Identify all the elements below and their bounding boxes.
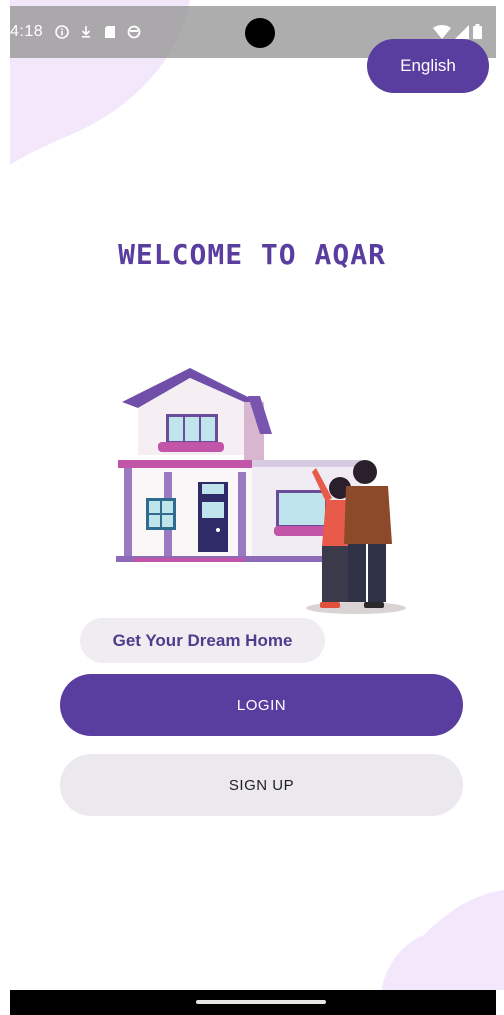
- house-couple-illustration: [116, 368, 406, 614]
- navigation-bar: [10, 990, 496, 1015]
- status-left-icons: [55, 25, 141, 39]
- vpn-icon: [127, 25, 141, 39]
- welcome-title: WELCOME TO AQAR: [118, 238, 386, 271]
- tagline-chip: Get Your Dream Home: [80, 618, 325, 663]
- language-button[interactable]: English: [367, 39, 489, 93]
- sd-card-icon: [103, 25, 117, 39]
- info-icon: [55, 25, 69, 39]
- signup-button[interactable]: SIGN UP: [60, 754, 463, 816]
- login-button[interactable]: LOGIN: [60, 674, 463, 736]
- camera-cutout: [245, 18, 275, 48]
- download-icon: [79, 25, 93, 39]
- status-time: 4:18: [10, 23, 44, 40]
- decorative-blob-bottom: [382, 890, 504, 990]
- home-indicator[interactable]: [196, 1000, 326, 1004]
